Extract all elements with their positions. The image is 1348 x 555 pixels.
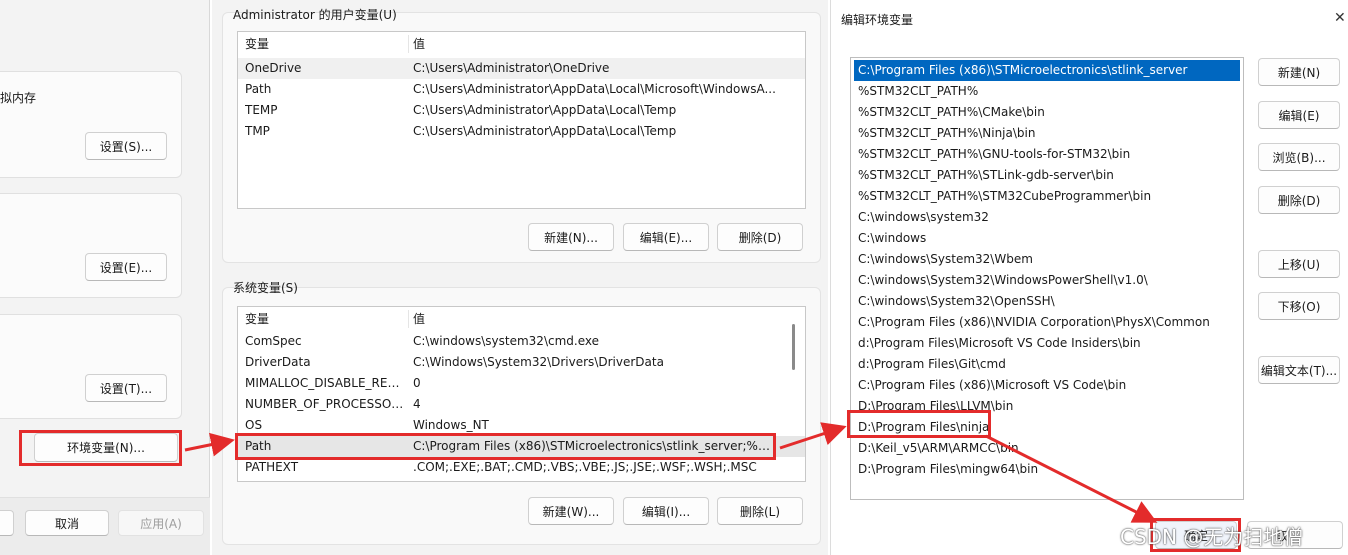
arrow-to-ninja-entry — [779, 422, 847, 450]
watermark: CSDN @无为扫地僧 — [1120, 525, 1304, 549]
arrow-to-path-row — [184, 432, 235, 457]
annotation-arrows — [184, 422, 1158, 523]
arrow-to-ok-button — [985, 434, 1158, 523]
